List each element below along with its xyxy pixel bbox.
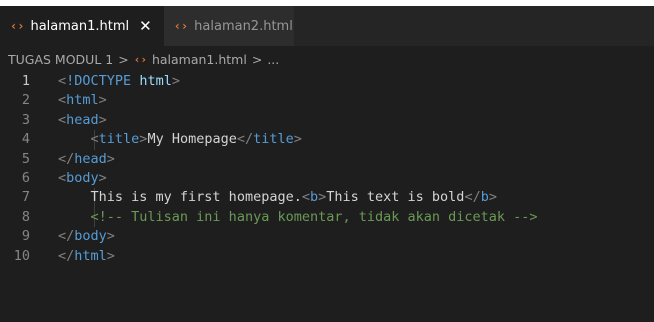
code-token: </	[236, 131, 254, 148]
code-token: title	[98, 131, 140, 148]
code-token: </	[58, 150, 75, 167]
code-token: >	[488, 189, 497, 206]
code-line[interactable]: 5 </head>	[0, 150, 654, 169]
chevron-right-icon: >	[118, 51, 129, 67]
code-line[interactable]: 8 <!-- Tulisan ini hanya komentar, tidak…	[0, 208, 654, 227]
code-token: <	[58, 73, 67, 89]
code-token: >	[98, 169, 107, 186]
tab-bar: ‹› halaman1.html ✕ ‹› halaman2.html	[0, 6, 654, 46]
line-number: 3	[21, 111, 30, 128]
code-token: body	[74, 228, 107, 245]
line-code: <!DOCTYPE html>	[58, 72, 180, 91]
code-line[interactable]: 4 <title>My Homepage</title>	[0, 130, 654, 149]
line-number: 8	[21, 208, 30, 225]
line-number: 5	[21, 150, 30, 167]
chevron-right-icon: >	[251, 51, 263, 67]
code-token: head	[74, 150, 107, 167]
code-token: This text is bold	[326, 189, 465, 206]
line-code: <body>	[58, 169, 107, 188]
html-file-icon: ‹›	[133, 52, 147, 66]
code-token: b	[480, 189, 489, 206]
code-token: >	[98, 92, 107, 109]
code-line[interactable]: 9 </body>	[0, 227, 654, 246]
code-token: title	[253, 131, 294, 148]
code-token: >	[106, 150, 115, 167]
code-token: body	[66, 169, 99, 186]
line-number: 7	[21, 189, 30, 206]
code-line[interactable]: 10 </html>	[0, 247, 654, 266]
code-line[interactable]: 7 This is my first homepage.<b>This text…	[0, 188, 654, 207]
line-code: <html>	[58, 91, 107, 110]
code-token: b	[309, 189, 319, 206]
tab-halaman2[interactable]: ‹› halaman2.html	[163, 6, 294, 46]
code-token: <	[58, 169, 67, 186]
code-token: </	[464, 189, 481, 206]
line-number: 6	[21, 169, 30, 186]
tab-halaman1[interactable]: ‹› halaman1.html ✕	[0, 6, 164, 46]
line-code: </body>	[58, 227, 115, 246]
code-editor[interactable]: 1 <!DOCTYPE html> 2 <html> 3 <head> 4 <title>M…	[0, 72, 654, 266]
code-token: html	[66, 92, 99, 109]
line-code: This is my first homepage.<b>This text i…	[58, 188, 497, 207]
code-token: <	[58, 92, 67, 109]
html-file-icon: ‹›	[173, 19, 189, 33]
line-code: </html>	[58, 247, 115, 266]
editor-window: ‹› halaman1.html ✕ ‹› halaman2.html TUGA…	[0, 0, 654, 322]
code-token: >	[98, 111, 107, 128]
code-token: html	[139, 73, 172, 89]
line-number: 1	[21, 73, 30, 89]
tab-label: halaman1.html	[30, 18, 130, 34]
code-token: This is my first homepage.	[90, 189, 302, 206]
code-line[interactable]: 1 <!DOCTYPE html>	[0, 72, 654, 91]
code-line[interactable]: 3 <head>	[0, 111, 654, 130]
code-token: <	[90, 131, 99, 148]
breadcrumb-file[interactable]: halaman1.html	[152, 52, 247, 67]
code-token: head	[66, 111, 99, 128]
html-file-icon: ‹›	[10, 19, 25, 33]
code-token: >	[171, 73, 180, 89]
code-token: </	[58, 228, 75, 245]
code-token: >	[106, 228, 115, 245]
code-token: >	[106, 247, 115, 264]
breadcrumb-folder[interactable]: TUGAS MODUL 1	[8, 52, 113, 67]
code-token: !DOCTYPE	[66, 73, 132, 89]
close-icon[interactable]: ✕	[139, 17, 152, 35]
code-token: html	[74, 247, 107, 264]
code-line[interactable]: 6 <body>	[0, 169, 654, 188]
code-token: >	[293, 131, 302, 148]
line-number: 2	[21, 92, 30, 109]
code-token: <!-- Tulisan ini hanya komentar, tidak a…	[90, 208, 538, 225]
breadcrumb-symbols[interactable]: ...	[267, 52, 279, 67]
code-token: My Homepage	[147, 131, 237, 148]
line-code: </head>	[58, 150, 115, 169]
line-code: <title>My Homepage</title>	[58, 130, 302, 149]
line-code: <head>	[58, 111, 107, 130]
code-line[interactable]: 2 <html>	[0, 91, 654, 110]
code-token: <	[58, 111, 67, 128]
line-number: 4	[21, 131, 30, 148]
code-token: </	[58, 247, 75, 264]
breadcrumb: TUGAS MODUL 1 > ‹› halaman1.html > ...	[0, 46, 654, 72]
line-code: <!-- Tulisan ini hanya komentar, tidak a…	[58, 208, 538, 227]
tab-label: halaman2.html	[194, 18, 293, 34]
code-token: <	[301, 189, 310, 206]
line-number: 9	[21, 228, 30, 245]
line-number: 10	[13, 247, 30, 264]
